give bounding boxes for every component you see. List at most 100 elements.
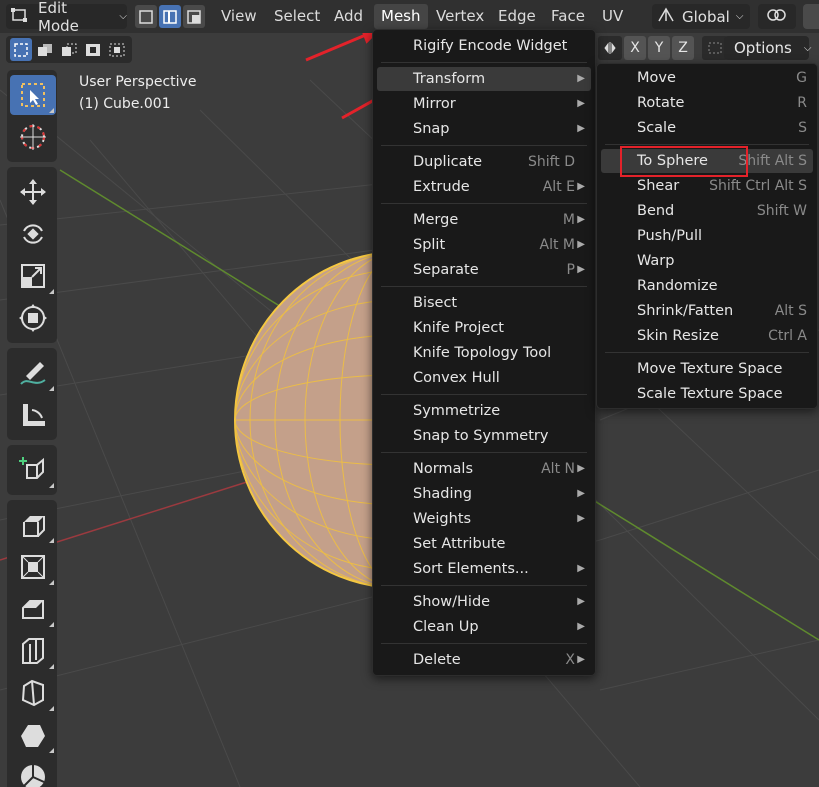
spin-icon[interactable]: [10, 757, 56, 787]
menu-item-snap-to-symmetry[interactable]: Snap to Symmetry: [377, 424, 591, 448]
mode-dropdown[interactable]: Edit Mode ⌵: [6, 0, 127, 35]
poly-build-icon[interactable]: [10, 715, 56, 755]
axis-z-toggle[interactable]: Z: [672, 36, 694, 60]
menu-add[interactable]: Add: [327, 4, 370, 29]
menu-item-weights[interactable]: Weights ▶: [377, 507, 591, 531]
menu-item-knife-topology-tool[interactable]: Knife Topology Tool: [377, 341, 591, 365]
separator: [605, 352, 809, 353]
menu-item-convex-hull[interactable]: Convex Hull: [377, 366, 591, 390]
select-intersect-icon[interactable]: [106, 38, 128, 61]
loop-cut-icon[interactable]: [10, 631, 56, 671]
menu-item-scale[interactable]: Scale S: [601, 116, 813, 140]
menu-item-set-attribute[interactable]: Set Attribute: [377, 532, 591, 556]
menu-item-shortcut: Alt N: [541, 461, 575, 477]
menu-select[interactable]: Select: [267, 4, 327, 29]
menu-item-shading[interactable]: Shading ▶: [377, 482, 591, 506]
menu-item-scale-texture-space[interactable]: Scale Texture Space: [601, 382, 813, 406]
menu-item-normals[interactable]: Normals Alt N ▶: [377, 457, 591, 481]
pivot-dropdown[interactable]: [758, 4, 796, 29]
menu-item-rigify-encode-widget[interactable]: Rigify Encode Widget: [377, 34, 591, 58]
menu-item-symmetrize[interactable]: Symmetrize: [377, 399, 591, 423]
menu-item-clean-up[interactable]: Clean Up ▶: [377, 615, 591, 639]
face-select-icon[interactable]: [182, 5, 205, 28]
select-box-icon[interactable]: [10, 75, 56, 115]
menu-item-shrink-fatten[interactable]: Shrink/Fatten Alt S: [601, 299, 813, 323]
cursor-icon[interactable]: [10, 117, 56, 157]
vertex-select-icon[interactable]: [134, 5, 157, 28]
menu-item-delete[interactable]: Delete X ▶: [377, 648, 591, 672]
menu-item-snap[interactable]: Snap ▶: [377, 117, 591, 141]
menu-item-extrude[interactable]: Extrude Alt E ▶: [377, 175, 591, 199]
menu-item-label: Rigify Encode Widget: [413, 38, 568, 54]
menu-item-split[interactable]: Split Alt M ▶: [377, 233, 591, 257]
options-dropdown[interactable]: Options ⌵: [724, 36, 811, 60]
tool-group-edit: [7, 500, 57, 787]
rotate-icon[interactable]: [10, 214, 56, 254]
menu-uv[interactable]: UV: [595, 4, 630, 29]
menu-item-transform[interactable]: Transform ▶: [377, 67, 591, 91]
axis-x-toggle[interactable]: X: [624, 36, 646, 60]
menu-item-label: Sort Elements...: [413, 561, 529, 577]
overflow-button[interactable]: [803, 4, 819, 29]
menu-item-separate[interactable]: Separate P ▶: [377, 258, 591, 282]
separator: [381, 452, 587, 453]
menu-item-label: Randomize: [637, 278, 718, 294]
menu-item-move[interactable]: Move G: [601, 66, 813, 90]
scale-icon[interactable]: [10, 256, 56, 296]
mirror-axis-group: X Y Z: [598, 36, 728, 60]
menu-item-shortcut: Shift Ctrl Alt S: [709, 178, 807, 194]
select-subtract-icon[interactable]: [58, 38, 80, 61]
select-invert-icon[interactable]: [82, 38, 104, 61]
measure-icon[interactable]: [10, 395, 56, 435]
menu-item-randomize[interactable]: Randomize: [601, 274, 813, 298]
menu-item-mirror[interactable]: Mirror ▶: [377, 92, 591, 116]
edge-select-icon[interactable]: [158, 5, 181, 28]
extrude-icon[interactable]: [10, 505, 56, 545]
menu-vertex[interactable]: Vertex: [429, 4, 491, 29]
menu-item-shear[interactable]: Shear Shift Ctrl Alt S: [601, 174, 813, 198]
menu-item-merge[interactable]: Merge M ▶: [377, 208, 591, 232]
separator: [381, 145, 587, 146]
menu-item-sort-elements[interactable]: Sort Elements... ▶: [377, 557, 591, 581]
menu-item-knife-project[interactable]: Knife Project: [377, 316, 591, 340]
menu-item-shortcut: X: [565, 652, 575, 668]
menu-item-move-texture-space[interactable]: Move Texture Space: [601, 357, 813, 381]
add-cube-icon[interactable]: [10, 450, 56, 490]
select-extend-icon[interactable]: [34, 38, 56, 61]
axis-y-toggle[interactable]: Y: [648, 36, 670, 60]
submenu-arrow-icon: ▶: [577, 239, 585, 250]
bevel-icon[interactable]: [10, 589, 56, 629]
tool-group-select: [7, 70, 57, 162]
menu-item-skin-resize[interactable]: Skin Resize Ctrl A: [601, 324, 813, 348]
submenu-arrow-icon: ▶: [577, 621, 585, 632]
inset-icon[interactable]: [10, 547, 56, 587]
menu-item-rotate[interactable]: Rotate R: [601, 91, 813, 115]
select-new-icon[interactable]: [10, 38, 32, 61]
menu-view[interactable]: View: [214, 4, 264, 29]
annotate-icon[interactable]: [10, 353, 56, 393]
menu-item-duplicate[interactable]: Duplicate Shift D: [377, 150, 591, 174]
menu-face[interactable]: Face: [544, 4, 592, 29]
transform-icon[interactable]: [10, 298, 56, 338]
mirror-icon: [598, 36, 622, 60]
orientation-dropdown[interactable]: Global ⌵: [652, 4, 750, 29]
menu-item-show-hide[interactable]: Show/Hide ▶: [377, 590, 591, 614]
menu-item-bend[interactable]: Bend Shift W: [601, 199, 813, 223]
menu-item-label: Move: [637, 70, 676, 86]
mesh-menu: Rigify Encode Widget Transform ▶ Mirror ▶ …: [372, 29, 596, 676]
menu-item-label: Symmetrize: [413, 403, 501, 419]
submenu-arrow-icon: ▶: [577, 488, 585, 499]
move-icon[interactable]: [10, 172, 56, 212]
menu-item-label: Mirror: [413, 96, 456, 112]
menu-edge[interactable]: Edge: [491, 4, 543, 29]
tool-group-annotate: [7, 348, 57, 440]
submenu-arrow-icon: ▶: [577, 98, 585, 109]
menu-item-warp[interactable]: Warp: [601, 249, 813, 273]
knife-icon[interactable]: [10, 673, 56, 713]
submenu-arrow-icon: ▶: [577, 264, 585, 275]
separator: [381, 203, 587, 204]
menu-mesh[interactable]: Mesh: [374, 4, 428, 29]
menu-item-push-pull[interactable]: Push/Pull: [601, 224, 813, 248]
menu-item-bisect[interactable]: Bisect: [377, 291, 591, 315]
menu-item-label: Snap: [413, 121, 450, 137]
